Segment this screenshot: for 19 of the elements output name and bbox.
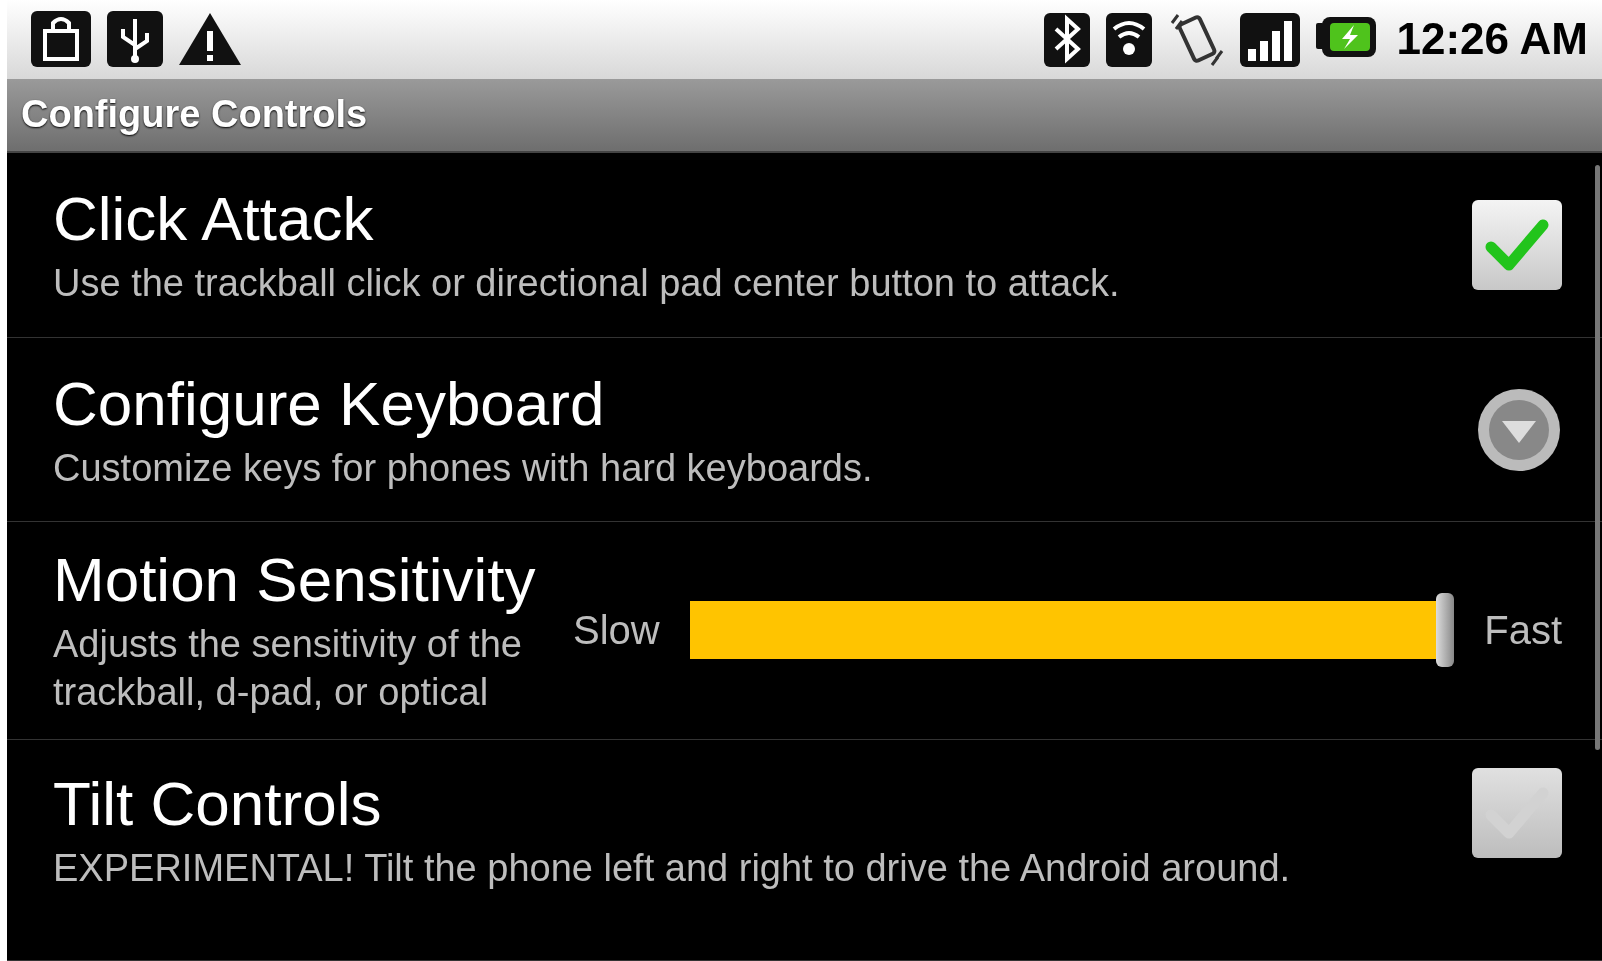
shopping-bag-icon [29,9,93,70]
preference-title: Click Attack [53,183,375,256]
preference-title: Motion Sensitivity [53,544,537,617]
screen-title: Configure Controls [21,93,368,137]
preference-summary: EXPERIMENTAL! Tilt the phone left and right to drive the Android around. [53,845,1292,891]
preference-row[interactable]: Motion Sensitivity Adjusts the sensitivity of the trackball, d-pad, or optical Slow Fast [7,521,1602,740]
preference-title: Configure Keyboard [53,367,606,440]
preference-summary: Customize keys for phones with hard keyboards. [53,445,874,491]
checkbox[interactable] [1472,200,1562,291]
preference-row[interactable]: Tilt Controls EXPERIMENTAL! Tilt the phone left and right to drive the Android around. [7,739,1602,961]
slider-min-label: Slow [573,607,660,653]
preference-summary: Adjusts the sensitivity of the trackball, d-pad, or optical [53,622,523,716]
preference-row[interactable]: Click Attack Use the trackball click or directional pad center button to attack. [7,152,1602,339]
usb-icon [105,9,165,70]
slider-max-label: Fast [1484,607,1562,653]
preference-summary: Use the trackball click or directional pad center button to attack. [53,261,1121,307]
clock-time: 12:26 AM [1396,14,1588,65]
preference-title: Tilt Controls [53,767,383,840]
checkbox[interactable] [1472,767,1562,858]
